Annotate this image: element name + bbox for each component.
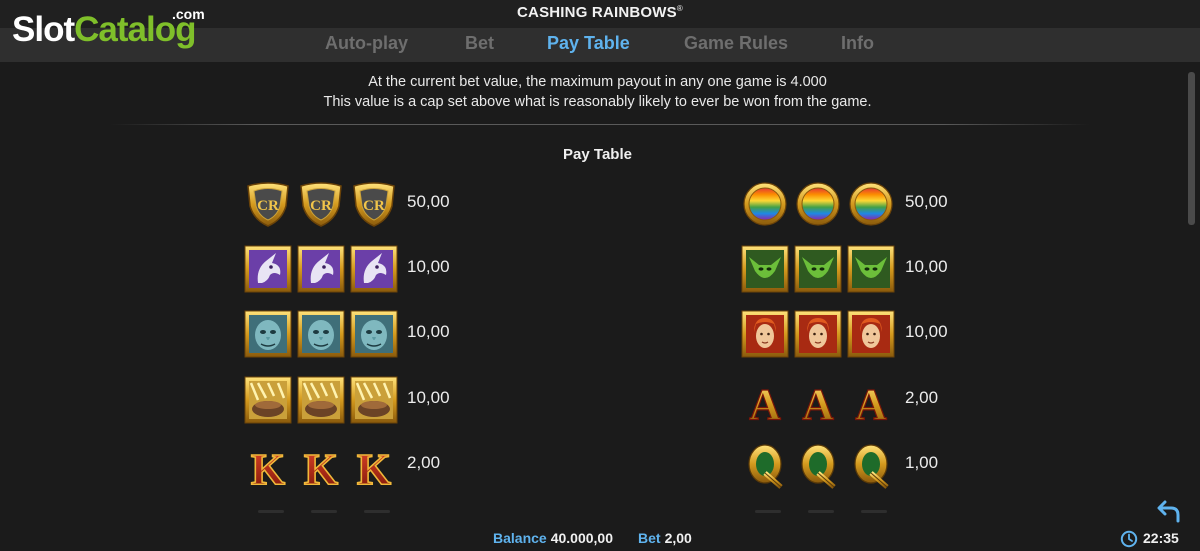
tab-bar: Auto-play Bet Pay Table Game Rules Info — [0, 28, 1200, 62]
payout-value: 10,00 — [407, 322, 450, 341]
rainbow-coin-symbol — [743, 182, 787, 226]
letter-k-symbol — [303, 444, 339, 489]
payout-value: 10,00 — [905, 322, 948, 341]
tab-auto-play[interactable]: Auto-play — [325, 33, 408, 54]
redhead-man-symbol — [847, 310, 895, 358]
payout-value: 50,00 — [407, 192, 450, 211]
bet-display: Bet 2,00 — [638, 530, 692, 546]
tab-game-rules[interactable]: Game Rules — [684, 33, 788, 54]
letter-k-symbol — [250, 444, 286, 489]
tab-pay-table[interactable]: Pay Table — [547, 33, 630, 54]
letter-q-symbol — [847, 441, 895, 489]
letter-a-symbol — [801, 379, 835, 424]
elf-symbol — [794, 245, 842, 293]
elf-symbol — [847, 245, 895, 293]
section-title: Pay Table — [563, 146, 632, 163]
troll-symbol — [244, 310, 292, 358]
tab-bet[interactable]: Bet — [465, 33, 494, 54]
letter-k-symbol — [356, 444, 392, 489]
payout-value: 10,00 — [407, 257, 450, 276]
payout-value: 2,00 — [905, 388, 939, 407]
back-arrow-icon[interactable] — [1156, 498, 1182, 524]
letter-q-symbol — [794, 441, 842, 489]
clock-icon — [1120, 530, 1138, 548]
payout-value: 10,00 — [905, 257, 948, 276]
gold-cauldron-symbol — [350, 376, 398, 424]
payout-value: 1,00 — [905, 453, 939, 472]
gold-shield-cr-symbol — [300, 182, 342, 227]
gold-cauldron-symbol — [297, 376, 345, 424]
game-title: CASHING RAINBOWS® — [517, 4, 683, 21]
letter-q-symbol — [741, 441, 789, 489]
max-payout-notice: At the current bet value, the maximum pa… — [323, 74, 872, 110]
gold-shield-cr-symbol — [353, 182, 395, 227]
redhead-man-symbol — [741, 310, 789, 358]
troll-symbol — [350, 310, 398, 358]
unicorn-symbol — [244, 245, 292, 293]
letter-a-symbol — [748, 379, 782, 424]
elf-symbol — [741, 245, 789, 293]
payout-value: 2,00 — [407, 453, 441, 472]
divider — [110, 124, 1090, 125]
clock-time: 22:35 — [1143, 530, 1179, 546]
payout-value: 50,00 — [905, 192, 948, 211]
gold-shield-cr-symbol — [247, 182, 289, 227]
gold-cauldron-symbol — [244, 376, 292, 424]
troll-symbol — [297, 310, 345, 358]
tab-info[interactable]: Info — [841, 33, 874, 54]
redhead-man-symbol — [794, 310, 842, 358]
unicorn-symbol — [350, 245, 398, 293]
unicorn-symbol — [297, 245, 345, 293]
balance-display: Balance 40.000,00 — [493, 530, 613, 546]
payout-value: 10,00 — [407, 388, 450, 407]
rainbow-coin-symbol — [849, 182, 893, 226]
rainbow-coin-symbol — [796, 182, 840, 226]
letter-a-symbol — [854, 379, 888, 424]
